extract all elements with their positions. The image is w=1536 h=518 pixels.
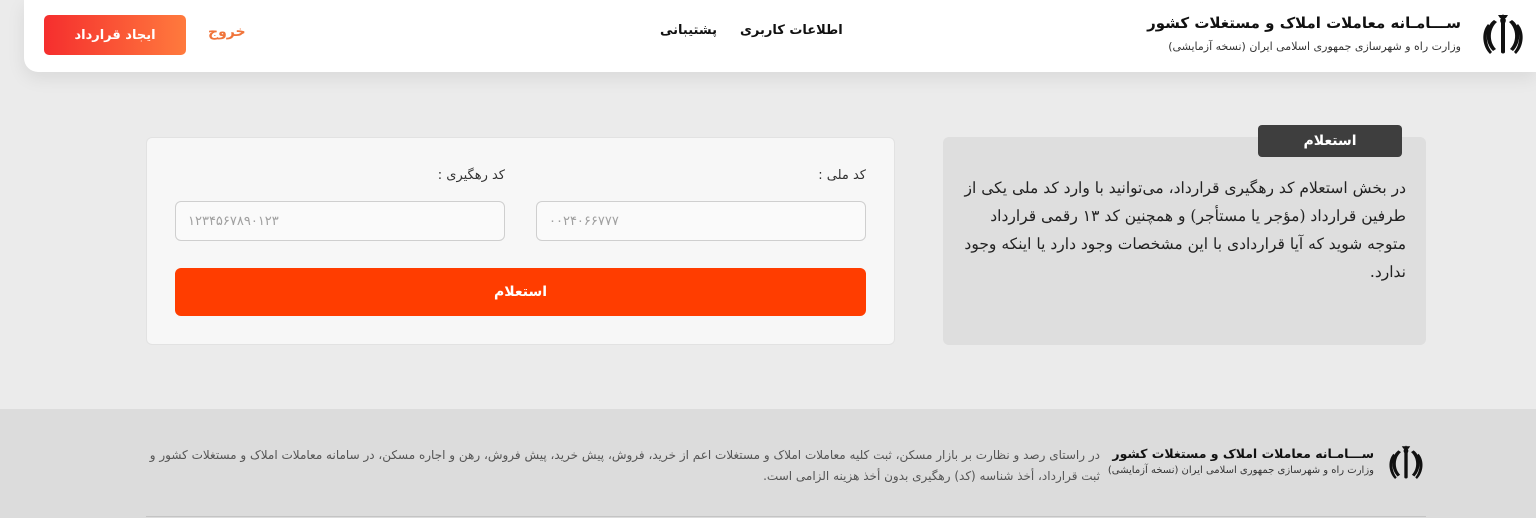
- create-contract-button[interactable]: ایجاد قرارداد: [44, 15, 186, 55]
- brand-title: ســـامـانه معاملات املاک و مستغلات کشور: [1147, 14, 1461, 32]
- nav-user-info[interactable]: اطلاعات کاربری: [740, 23, 843, 38]
- tracking-code-label: کد رهگیری :: [437, 168, 505, 183]
- inquiry-description: در بخش استعلام کد رهگیری قرارداد، می‌توا…: [964, 179, 1406, 281]
- logout-link[interactable]: خروج: [208, 24, 246, 40]
- footer: ســـامـانه معاملات املاک و مستغلات کشور …: [0, 409, 1536, 518]
- national-code-input[interactable]: [536, 201, 866, 241]
- inquiry-submit-button[interactable]: استعلام: [175, 268, 866, 316]
- footer-brand-subtitle: وزارت راه و شهرسازی جمهوری اسلامی ایران …: [1107, 465, 1374, 476]
- footer-description: در راستای رصد و نظارت بر بازار مسکن، ثبت…: [149, 448, 1100, 483]
- footer-divider: [146, 516, 1426, 517]
- inquiry-badge: استعلام: [1258, 125, 1402, 157]
- brand-subtitle: وزارت راه و شهرسازی جمهوری اسلامی ایران …: [1168, 40, 1461, 53]
- iran-emblem-icon: [1483, 14, 1523, 54]
- nav-support[interactable]: پشتیبانی: [660, 23, 717, 38]
- inquiry-info-card: استعلام در بخش استعلام کد رهگیری قرارداد…: [943, 125, 1426, 345]
- footer-iran-emblem-icon: [1389, 445, 1423, 479]
- footer-brand-title: ســـامـانه معاملات املاک و مستغلات کشور: [1112, 446, 1374, 461]
- tracking-code-input[interactable]: [175, 201, 505, 241]
- top-header: ســـامـانه معاملات املاک و مستغلات کشور …: [24, 0, 1536, 72]
- national-code-label: کد ملی :: [818, 168, 866, 183]
- inquiry-form: کد ملی : کد رهگیری : استعلام: [146, 137, 895, 345]
